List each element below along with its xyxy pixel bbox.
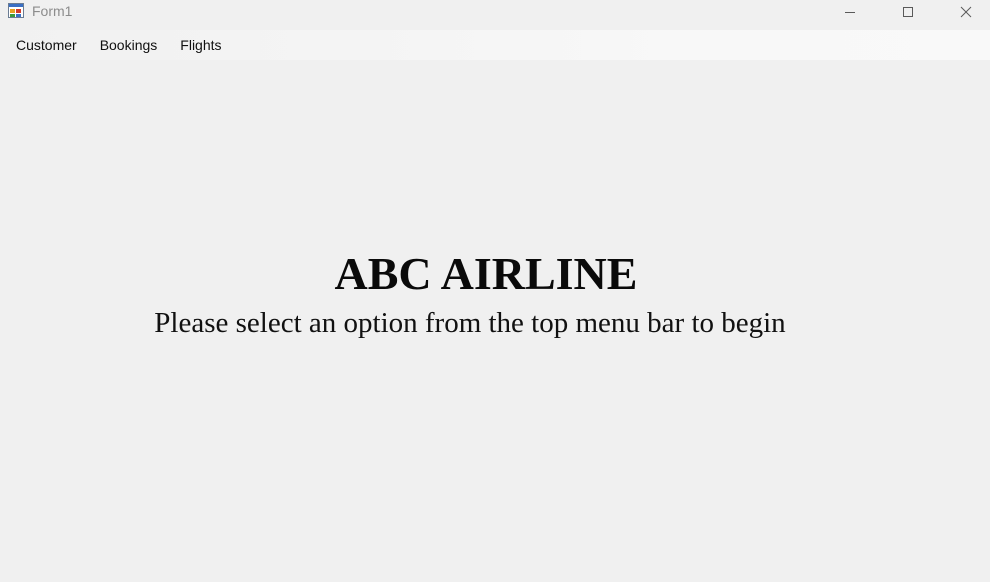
menu-bar: Customer Bookings Flights	[0, 30, 990, 60]
winforms-app-icon[interactable]	[8, 3, 25, 19]
menu-item-flights[interactable]: Flights	[170, 31, 231, 59]
title-bar[interactable]: Form1	[0, 0, 990, 28]
minimize-button[interactable]	[821, 0, 879, 24]
menu-item-bookings[interactable]: Bookings	[90, 31, 168, 59]
maximize-icon	[902, 6, 914, 18]
page-title: ABC AIRLINE	[334, 248, 638, 299]
maximize-button[interactable]	[879, 0, 937, 24]
menu-item-customer[interactable]: Customer	[6, 31, 87, 59]
instruction-text: Please select an option from the top men…	[154, 307, 786, 339]
minimize-icon	[844, 6, 856, 18]
window-title: Form1	[32, 3, 73, 19]
close-icon	[960, 6, 972, 18]
close-button[interactable]	[937, 0, 990, 24]
app-window: Form1 Customer Bookings Flights ABC AIRL…	[0, 0, 990, 582]
